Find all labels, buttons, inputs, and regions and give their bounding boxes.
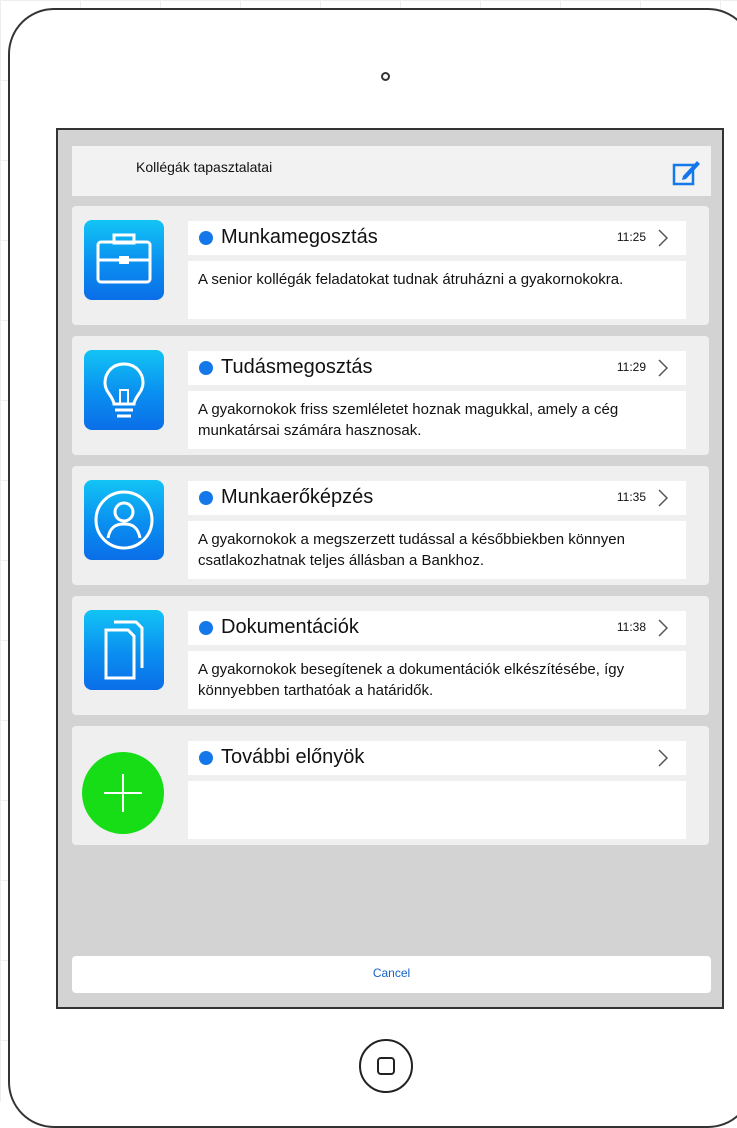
unread-dot: [199, 361, 213, 375]
list-item-tudasmegosztas[interactable]: Tudásmegosztás 11:29 A gyakornokok friss…: [72, 336, 709, 455]
cancel-label: Cancel: [372, 966, 411, 980]
item-title: Munkaerőképzés: [221, 486, 374, 508]
item-time: 11:25: [616, 230, 646, 244]
item-time: 11:29: [616, 360, 646, 374]
item-time: 11:38: [616, 620, 646, 634]
item-description-box: [188, 781, 686, 839]
item-title: Dokumentációk: [221, 616, 359, 638]
item-description-box: A senior kollégák feladatokat tudnak átr…: [188, 261, 686, 319]
item-description: A gyakornokok besegítenek a dokumentáció…: [198, 661, 625, 699]
item-title: Munkamegosztás: [221, 226, 378, 248]
item-title-row: Tudásmegosztás 11:29: [188, 351, 686, 385]
unread-dot: [199, 491, 213, 505]
list-item-munkamegosztas[interactable]: Munkamegosztás 11:25 A senior kollégák f…: [72, 206, 709, 325]
app-screen: Kollégák tapasztalatai Munkamegosztás 11…: [56, 128, 724, 1009]
chevron-right-icon[interactable]: [658, 749, 668, 767]
user-icon: [84, 480, 164, 560]
item-description: A senior kollégák feladatokat tudnak átr…: [198, 271, 624, 288]
home-icon: [377, 1057, 395, 1075]
unread-dot: [199, 231, 213, 245]
item-title-row: Dokumentációk 11:38: [188, 611, 686, 645]
cancel-button[interactable]: Cancel: [72, 956, 711, 993]
chevron-right-icon[interactable]: [658, 489, 668, 507]
item-title-row: Munkamegosztás 11:25: [188, 221, 686, 255]
list-item-dokumentaciok[interactable]: Dokumentációk 11:38 A gyakornokok besegí…: [72, 596, 709, 715]
tablet-frame: Kollégák tapasztalatai Munkamegosztás 11…: [8, 8, 737, 1128]
item-description: A gyakornokok friss szemléletet hoznak m…: [198, 401, 619, 439]
header-bar: Kollégák tapasztalatai: [72, 146, 711, 196]
list-item-tovabbi-elonyok[interactable]: További előnyök: [72, 726, 709, 845]
camera-icon: [381, 72, 390, 81]
page-title: Kollégák tapasztalatai: [136, 159, 273, 175]
unread-dot: [199, 751, 213, 765]
item-title-row: További előnyök: [188, 741, 686, 775]
lightbulb-icon: [84, 350, 164, 430]
home-button[interactable]: [359, 1039, 413, 1093]
item-description-box: A gyakornokok friss szemléletet hoznak m…: [188, 391, 686, 449]
compose-icon[interactable]: [671, 156, 703, 188]
chevron-right-icon[interactable]: [658, 619, 668, 637]
documents-icon: [84, 610, 164, 690]
item-title: További előnyök: [221, 746, 365, 768]
item-description-box: A gyakornokok besegítenek a dokumentáció…: [188, 651, 686, 709]
briefcase-icon: [84, 220, 164, 300]
item-title-row: Munkaerőképzés 11:35: [188, 481, 686, 515]
plus-icon[interactable]: [82, 752, 164, 834]
item-description-box: A gyakornokok a megszerzett tudással a k…: [188, 521, 686, 579]
chevron-right-icon[interactable]: [658, 359, 668, 377]
chevron-right-icon[interactable]: [658, 229, 668, 247]
item-title: Tudásmegosztás: [221, 356, 373, 378]
item-time: 11:35: [616, 490, 646, 504]
unread-dot: [199, 621, 213, 635]
item-description: A gyakornokok a megszerzett tudással a k…: [198, 531, 625, 569]
list-item-munkaerokepzes[interactable]: Munkaerőképzés 11:35 A gyakornokok a meg…: [72, 466, 709, 585]
